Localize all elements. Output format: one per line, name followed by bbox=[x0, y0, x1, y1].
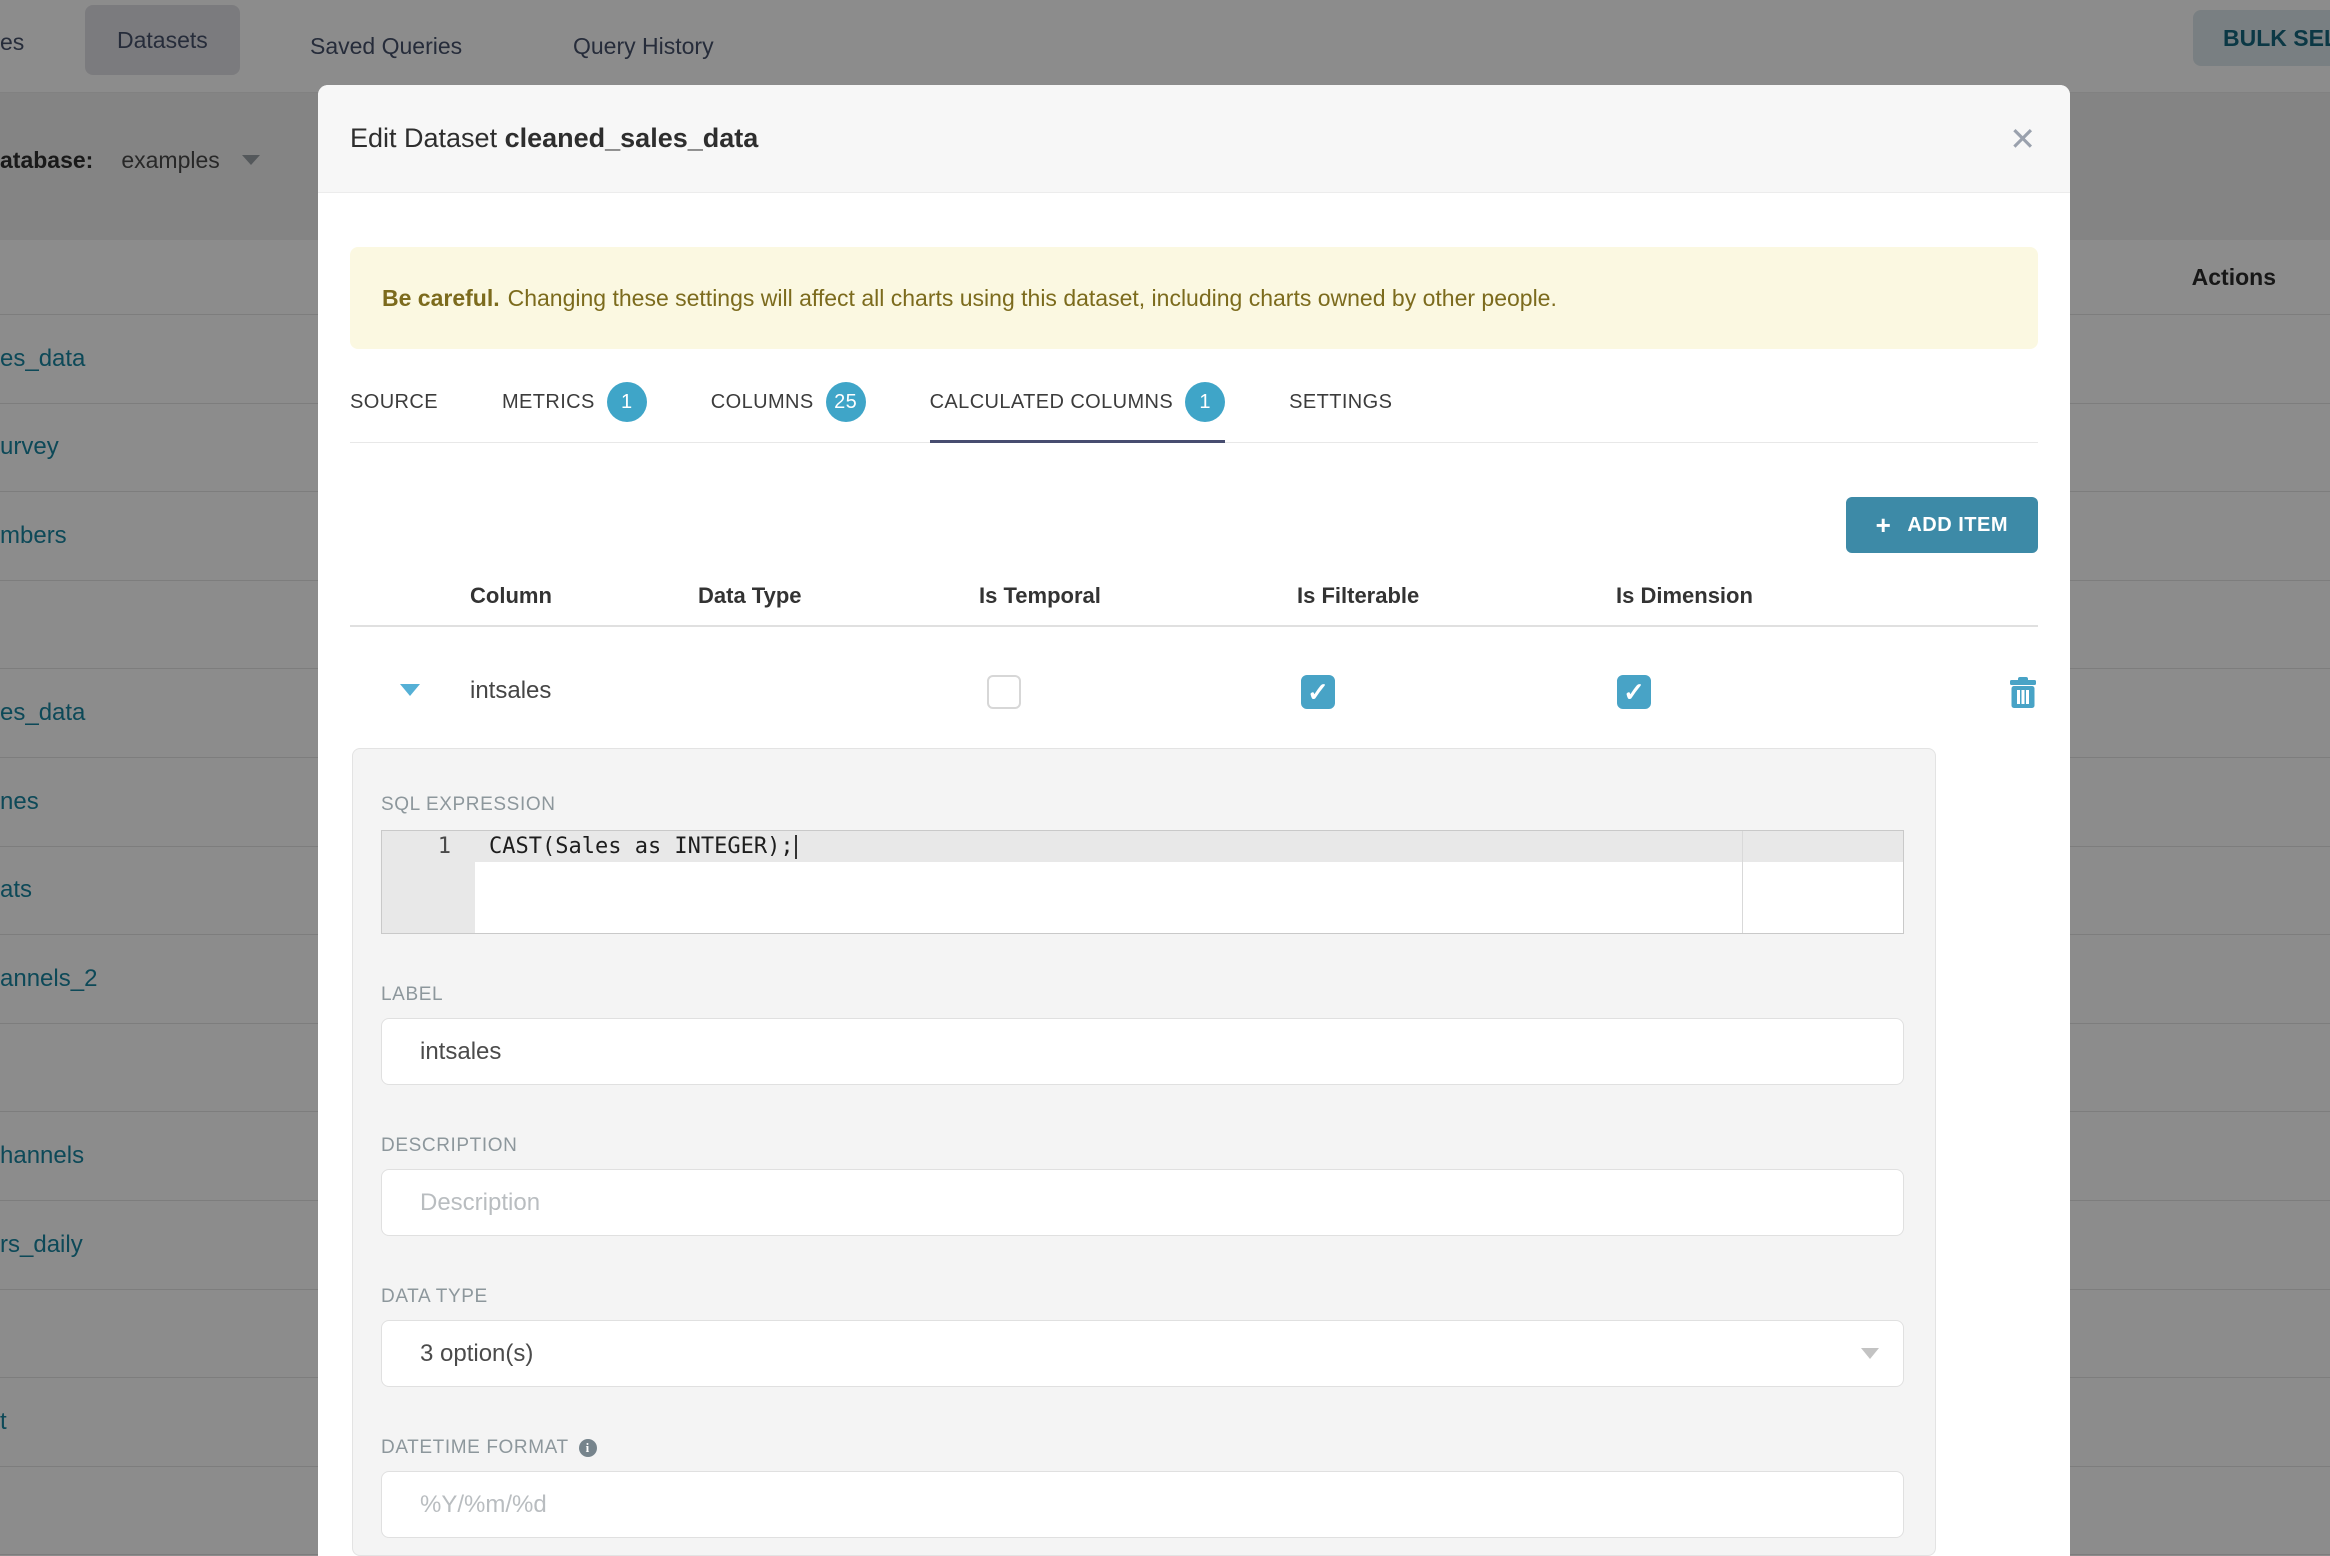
data-type-selected-value: 3 option(s) bbox=[420, 1339, 534, 1367]
info-icon: i bbox=[578, 1439, 597, 1457]
column-name: intsales bbox=[470, 677, 552, 704]
column-header-is-temporal: Is Temporal bbox=[979, 583, 1101, 608]
tab-label: SETTINGS bbox=[1289, 390, 1393, 413]
is-filterable-checkbox[interactable]: ✓ bbox=[1301, 675, 1335, 709]
modal-title-dataset-name: cleaned_sales_data bbox=[504, 123, 759, 153]
tab-label: COLUMNS bbox=[710, 390, 814, 413]
datetime-format-label-text: DATETIME FORMAT bbox=[381, 1437, 569, 1458]
label-field-label: LABEL bbox=[381, 984, 444, 1005]
editor-print-margin bbox=[1742, 831, 1743, 933]
sql-expression-code: CAST(Sales as INTEGER); bbox=[489, 834, 794, 859]
tab-metrics[interactable]: METRICS 1 bbox=[502, 380, 647, 443]
modal-header: Edit Dataset cleaned_sales_data ✕ bbox=[318, 85, 2070, 193]
tab-calculated-columns[interactable]: CALCULATED COLUMNS 1 bbox=[929, 380, 1226, 443]
sql-code-editor[interactable]: 1 CAST(Sales as INTEGER); bbox=[381, 830, 1904, 934]
delete-trash-icon[interactable] bbox=[2010, 677, 2036, 713]
sql-expression-field: SQL EXPRESSION 1 CAST(Sales as INTEGER); bbox=[381, 794, 1904, 934]
chevron-down-icon bbox=[1861, 1348, 1879, 1359]
add-item-label: ADD ITEM bbox=[1907, 513, 2008, 536]
tab-count-badge: 1 bbox=[1185, 382, 1226, 422]
plus-icon: + bbox=[1875, 509, 1892, 540]
datetime-format-field-label: DATETIME FORMAT i bbox=[381, 1437, 1902, 1459]
tab-count-badge: 1 bbox=[606, 382, 647, 422]
description-input[interactable] bbox=[381, 1169, 1904, 1236]
calculated-columns-toolbar: + ADD ITEM bbox=[350, 497, 2038, 553]
sql-expression-label: SQL EXPRESSION bbox=[381, 794, 556, 815]
modal-title: Edit Dataset cleaned_sales_data bbox=[350, 123, 758, 154]
edit-dataset-modal: Edit Dataset cleaned_sales_data ✕ Be car… bbox=[318, 85, 2070, 1556]
close-icon[interactable]: ✕ bbox=[2009, 85, 2036, 193]
description-field-label: DESCRIPTION bbox=[381, 1135, 518, 1156]
modal-title-prefix: Edit Dataset bbox=[350, 123, 498, 153]
label-field: LABEL bbox=[381, 984, 1904, 1085]
warning-banner-bold: Be careful. bbox=[382, 284, 500, 311]
modal-body: Be careful. Changing these settings will… bbox=[318, 247, 2070, 1556]
tab-label: SOURCE bbox=[350, 390, 438, 413]
warning-banner-text: Changing these settings will affect all … bbox=[507, 284, 1557, 311]
tab-source[interactable]: SOURCE bbox=[350, 380, 438, 443]
editor-code-line: CAST(Sales as INTEGER); bbox=[475, 831, 1903, 859]
collapse-caret-icon[interactable] bbox=[400, 684, 420, 696]
text-cursor bbox=[794, 835, 797, 859]
description-field: DESCRIPTION bbox=[381, 1135, 1904, 1236]
data-type-field: DATA TYPE 3 option(s) bbox=[381, 1286, 1904, 1387]
datetime-format-field: DATETIME FORMAT i bbox=[381, 1437, 1904, 1538]
calculated-column-row: intsales ✓ ✓ bbox=[350, 627, 2038, 748]
warning-banner: Be careful. Changing these settings will… bbox=[350, 247, 2038, 349]
tab-count-badge: 25 bbox=[825, 382, 866, 422]
editor-code-area[interactable]: CAST(Sales as INTEGER); bbox=[475, 831, 1903, 933]
tab-settings[interactable]: SETTINGS bbox=[1289, 380, 1392, 443]
label-input[interactable] bbox=[381, 1018, 1904, 1085]
column-header-data-type: Data Type bbox=[698, 583, 802, 608]
data-type-select[interactable]: 3 option(s) bbox=[381, 1320, 1904, 1387]
tab-columns[interactable]: COLUMNS 25 bbox=[711, 380, 866, 443]
is-dimension-checkbox[interactable]: ✓ bbox=[1617, 675, 1651, 709]
tab-label: METRICS bbox=[501, 390, 595, 413]
column-header-is-dimension: Is Dimension bbox=[1616, 583, 1753, 608]
tab-label: CALCULATED COLUMNS bbox=[929, 390, 1174, 413]
add-item-button[interactable]: + ADD ITEM bbox=[1845, 497, 2038, 553]
is-temporal-checkbox[interactable] bbox=[987, 675, 1021, 709]
editor-line-number: 1 bbox=[382, 831, 475, 933]
modal-tabs: SOURCE METRICS 1 COLUMNS 25 CALCULATED C… bbox=[350, 380, 2038, 443]
column-header-column: Column bbox=[470, 583, 552, 608]
column-detail-panel: SQL EXPRESSION 1 CAST(Sales as INTEGER);… bbox=[352, 748, 1936, 1556]
calculated-columns-table-header: Column Data Type Is Temporal Is Filterab… bbox=[350, 553, 2038, 627]
data-type-field-label: DATA TYPE bbox=[381, 1286, 488, 1307]
column-header-is-filterable: Is Filterable bbox=[1297, 583, 1420, 608]
datetime-format-input[interactable] bbox=[381, 1471, 1904, 1538]
